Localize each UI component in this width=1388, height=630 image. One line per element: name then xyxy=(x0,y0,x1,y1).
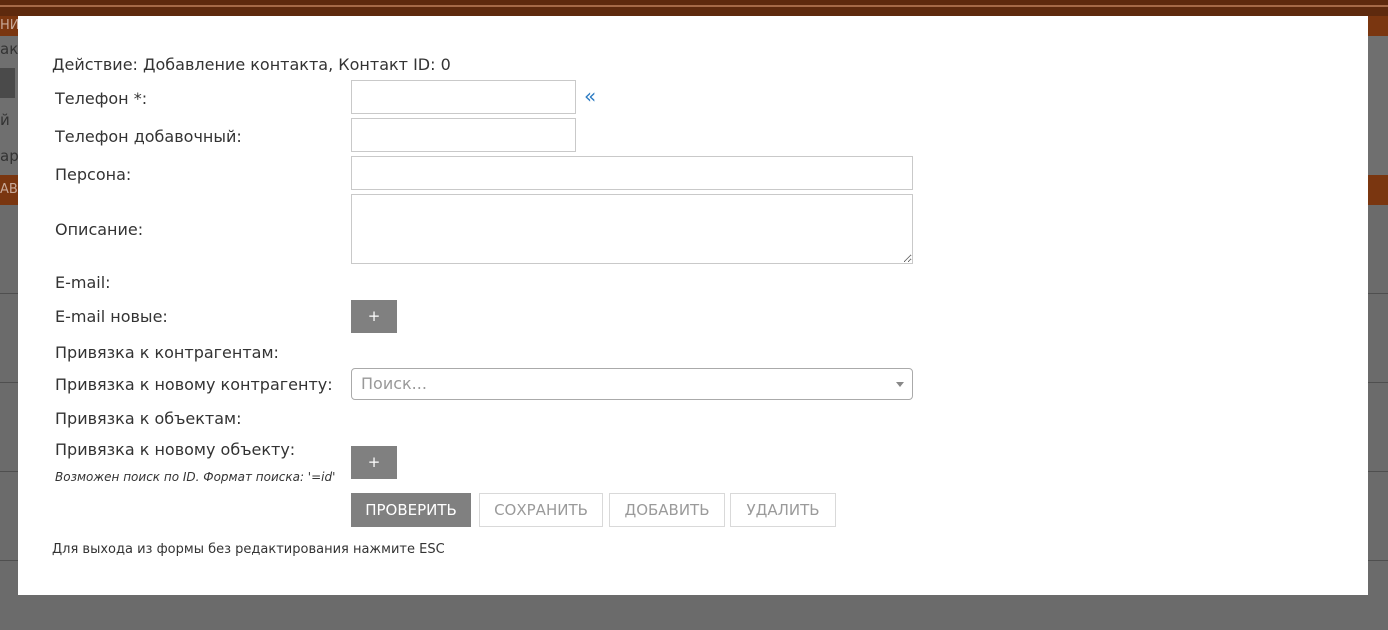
double-chevron-left-icon[interactable]: « xyxy=(584,84,596,108)
background-left-text-1: ак xyxy=(0,40,19,58)
person-input[interactable] xyxy=(351,156,913,190)
background-header-text: НИ xyxy=(0,18,20,33)
object-search-hint: Возможен поиск по ID. Формат поиска: '=i… xyxy=(55,470,336,484)
background-table-header-text: АВ xyxy=(0,182,18,197)
person-label: Персона: xyxy=(55,165,132,184)
contractors-label: Привязка к контрагентам: xyxy=(55,343,279,362)
contractor-search-placeholder: Поиск... xyxy=(361,374,427,393)
phone-ext-label: Телефон добавочный: xyxy=(55,127,242,146)
description-textarea[interactable] xyxy=(351,194,913,264)
add-email-button[interactable]: + xyxy=(351,300,397,333)
save-button[interactable]: СОХРАНИТЬ xyxy=(479,493,603,527)
plus-icon: + xyxy=(367,453,381,471)
plus-icon: + xyxy=(367,307,381,325)
description-label: Описание: xyxy=(55,220,144,239)
background-left-button xyxy=(0,68,15,98)
check-button[interactable]: ПРОВЕРИТЬ xyxy=(351,493,471,527)
new-object-label: Привязка к новому объекту: xyxy=(55,440,296,459)
phone-input[interactable] xyxy=(351,80,576,114)
new-contractor-label: Привязка к новому контрагенту: xyxy=(55,375,333,394)
email-new-label: E-mail новые: xyxy=(55,307,168,326)
add-object-button[interactable]: + xyxy=(351,446,397,479)
contact-edit-modal: Действие: Добавление контакта, Контакт I… xyxy=(18,16,1368,595)
background-header-line xyxy=(0,5,1388,7)
phone-label: Телефон *: xyxy=(55,89,148,108)
delete-button[interactable]: УДАЛИТЬ xyxy=(730,493,836,527)
email-label: E-mail: xyxy=(55,273,111,292)
contractor-search-select[interactable]: Поиск... xyxy=(351,368,913,400)
add-button[interactable]: ДОБАВИТЬ xyxy=(609,493,725,527)
phone-ext-input[interactable] xyxy=(351,118,576,152)
background-left-text-2: й xyxy=(0,111,10,129)
dropdown-arrow-icon xyxy=(896,382,904,387)
objects-label: Привязка к объектам: xyxy=(55,409,242,428)
background-left-text-3: ар xyxy=(0,147,19,165)
action-title: Действие: Добавление контакта, Контакт I… xyxy=(52,55,451,74)
esc-hint: Для выхода из формы без редактирования н… xyxy=(52,542,445,557)
